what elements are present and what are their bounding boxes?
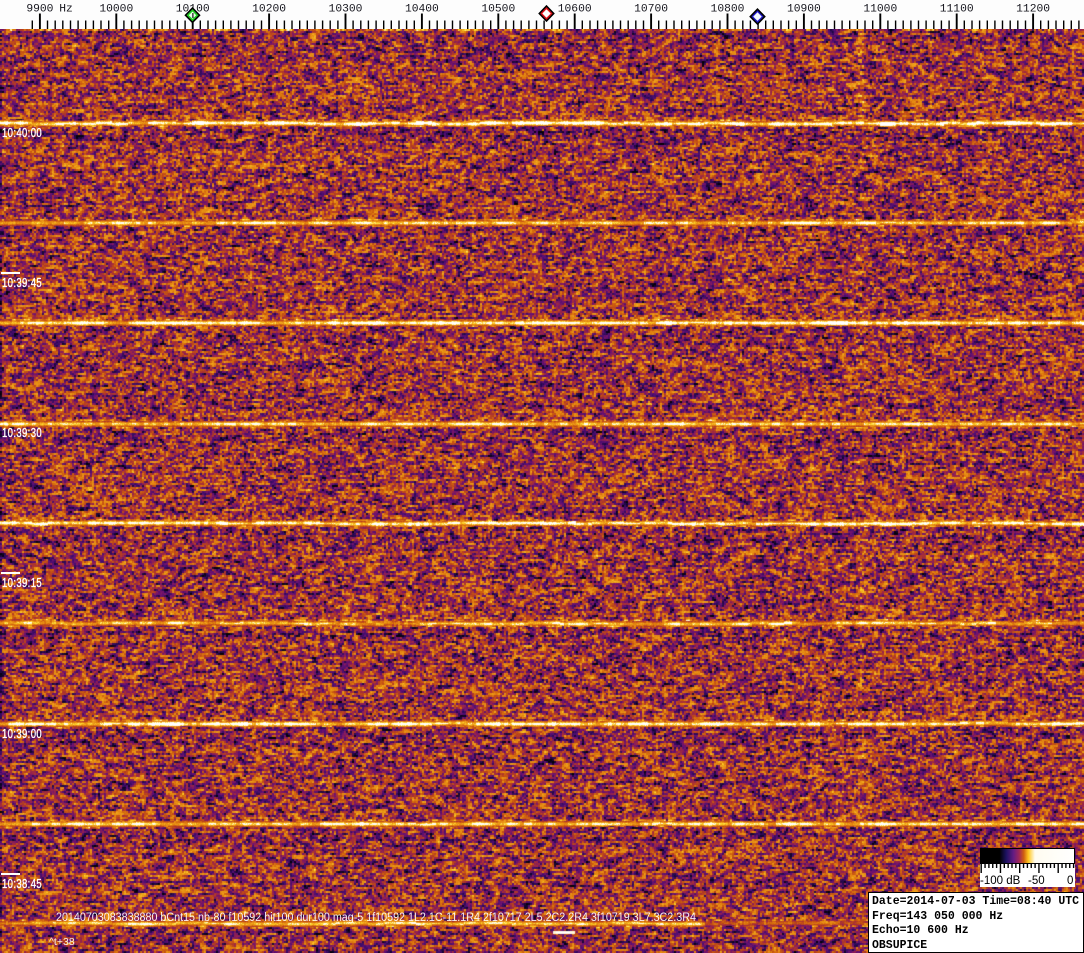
svg-text:11100: 11100: [940, 4, 974, 16]
svg-text:10900: 10900: [787, 4, 821, 16]
svg-text:9900: 9900: [26, 4, 53, 16]
svg-text:Hz: Hz: [59, 4, 73, 16]
svg-text:10500: 10500: [481, 4, 515, 16]
svg-text:10300: 10300: [329, 4, 363, 16]
svg-text:10700: 10700: [634, 4, 668, 16]
svg-text:10200: 10200: [252, 4, 286, 16]
svg-text:10000: 10000: [99, 4, 133, 16]
svg-text:10800: 10800: [711, 4, 745, 16]
svg-text:11000: 11000: [863, 4, 897, 16]
svg-text:10400: 10400: [405, 4, 439, 16]
svg-text:11200: 11200: [1016, 4, 1050, 16]
svg-text:10600: 10600: [558, 4, 592, 16]
